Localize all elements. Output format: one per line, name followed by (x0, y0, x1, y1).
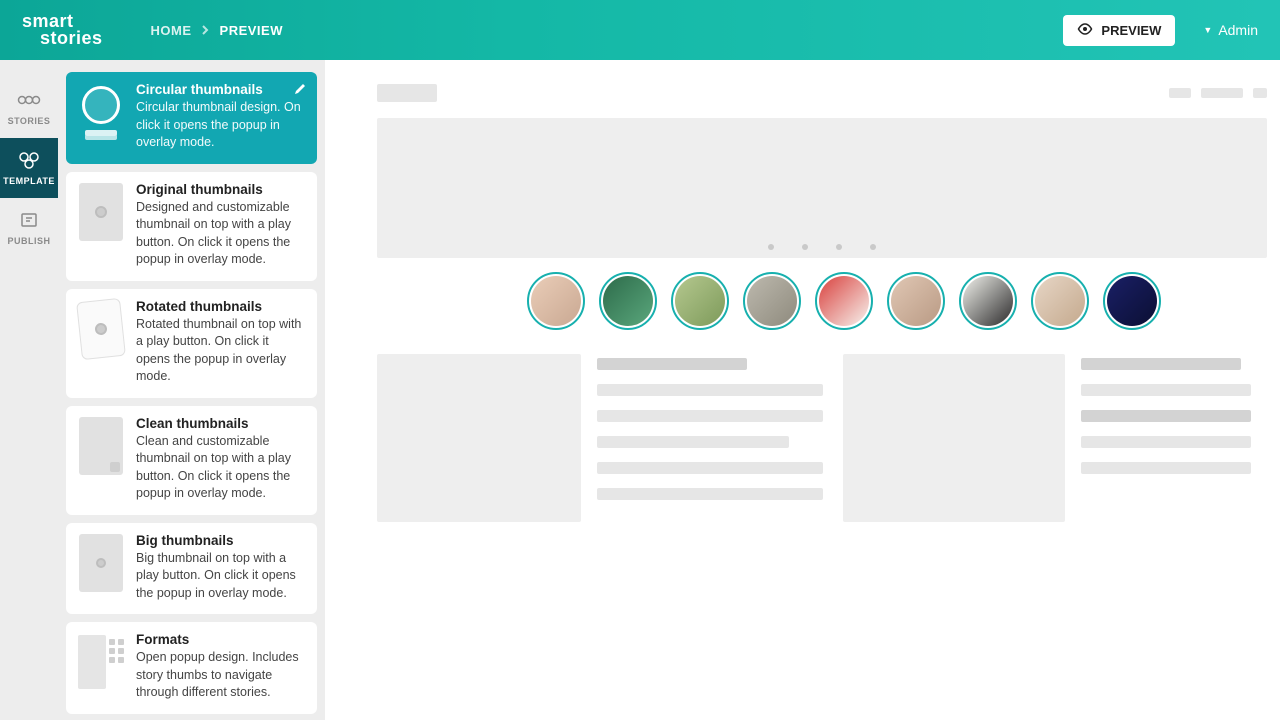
story-thumbnail[interactable] (599, 272, 657, 330)
skeleton-cards (377, 354, 1280, 522)
skeleton-line (1081, 384, 1251, 396)
template-title: Rotated thumbnails (136, 299, 305, 314)
preview-pane (325, 60, 1280, 720)
template-card-rotated[interactable]: Rotated thumbnails Rotated thumbnail on … (66, 289, 317, 398)
template-title: Original thumbnails (136, 182, 305, 197)
template-thumb (78, 632, 124, 692)
preview-button[interactable]: PREVIEW (1063, 15, 1175, 46)
caret-down-icon: ▼ (1203, 25, 1212, 35)
skeleton-line (597, 488, 823, 500)
template-desc: Open popup design. Includes story thumbs… (136, 649, 305, 702)
rail-label: STORIES (8, 116, 51, 126)
template-card-circular[interactable]: Circular thumbnails Circular thumbnail d… (66, 72, 317, 164)
skeleton-image (843, 354, 1065, 522)
template-list: Circular thumbnails Circular thumbnail d… (58, 60, 325, 720)
template-title: Big thumbnails (136, 533, 305, 548)
breadcrumb: HOME PREVIEW (151, 23, 283, 38)
template-desc: Big thumbnail on top with a play button.… (136, 550, 305, 603)
template-thumb (78, 182, 124, 242)
story-thumbnail[interactable] (743, 272, 801, 330)
stories-icon (17, 90, 41, 112)
skeleton-line (597, 462, 823, 474)
logo-text-bottom: stories (40, 30, 103, 47)
story-thumbnail[interactable] (959, 272, 1017, 330)
skeleton-line (1081, 410, 1251, 422)
template-thumb (78, 299, 124, 359)
template-desc: Rotated thumbnail on top with a play but… (136, 316, 305, 386)
eye-icon (1077, 23, 1093, 38)
template-thumb (78, 416, 124, 476)
template-thumb (78, 82, 124, 142)
story-thumbnail[interactable] (887, 272, 945, 330)
chevron-right-icon (202, 23, 210, 38)
template-icon (17, 150, 41, 172)
template-title: Formats (136, 632, 305, 647)
publish-icon (17, 210, 41, 232)
app-header: smart stories HOME PREVIEW PREVIEW ▼ Adm… (0, 0, 1280, 60)
template-title: Clean thumbnails (136, 416, 305, 431)
template-desc: Circular thumbnail design. On click it o… (136, 99, 305, 152)
rail-item-publish[interactable]: PUBLISH (0, 198, 58, 258)
template-thumb (78, 533, 124, 593)
skeleton-line (597, 358, 747, 370)
skeleton-nav (1253, 88, 1267, 98)
user-name: Admin (1218, 22, 1258, 38)
story-thumbnail[interactable] (815, 272, 873, 330)
template-desc: Clean and customizable thumbnail on top … (136, 433, 305, 503)
breadcrumb-home[interactable]: HOME (151, 23, 192, 38)
nav-rail: STORIES TEMPLATE PUBLISH (0, 60, 58, 720)
template-card-big[interactable]: Big thumbnails Big thumbnail on top with… (66, 523, 317, 615)
story-thumbnail[interactable] (671, 272, 729, 330)
rail-label: TEMPLATE (3, 176, 55, 186)
preview-button-label: PREVIEW (1101, 23, 1161, 38)
story-thumbnail[interactable] (1103, 272, 1161, 330)
breadcrumb-current: PREVIEW (220, 23, 283, 38)
skeleton-line (1081, 462, 1251, 474)
skeleton-line (597, 436, 789, 448)
story-thumbnail[interactable] (527, 272, 585, 330)
skeleton-hero (377, 118, 1267, 258)
template-card-clean[interactable]: Clean thumbnails Clean and customizable … (66, 406, 317, 515)
template-desc: Designed and customizable thumbnail on t… (136, 199, 305, 269)
skeleton-line (1081, 358, 1241, 370)
skeleton-nav (1169, 88, 1191, 98)
template-card-formats[interactable]: Formats Open popup design. Includes stor… (66, 622, 317, 714)
skeleton-logo (377, 84, 437, 102)
story-thumbnail[interactable] (1031, 272, 1089, 330)
skeleton-nav (1201, 88, 1243, 98)
logo: smart stories (22, 13, 103, 47)
rail-item-template[interactable]: TEMPLATE (0, 138, 58, 198)
rail-label: PUBLISH (7, 236, 50, 246)
template-card-original[interactable]: Original thumbnails Designed and customi… (66, 172, 317, 281)
skeleton-line (597, 384, 823, 396)
template-title: Circular thumbnails (136, 82, 305, 97)
user-menu[interactable]: ▼ Admin (1203, 22, 1258, 38)
rail-item-stories[interactable]: STORIES (0, 78, 58, 138)
skeleton-line (597, 410, 823, 422)
skeleton-image (377, 354, 581, 522)
story-row (527, 272, 1280, 330)
carousel-dots (377, 244, 1267, 250)
skeleton-line (1081, 436, 1251, 448)
edit-icon[interactable] (293, 82, 307, 101)
